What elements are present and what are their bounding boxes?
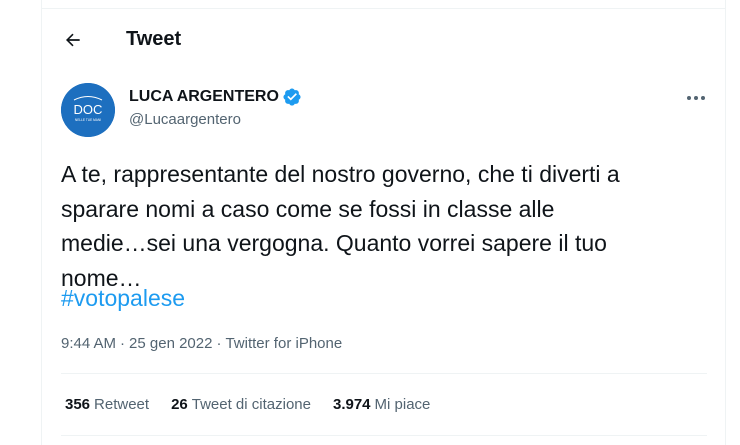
tweet-column: Tweet DOC NELLE TUE MANI LUCA ARGENTERO … [41,0,726,445]
tweet-metadata: 9:44 AM · 25 gen 2022 · Twitter for iPho… [61,335,342,352]
tweet-time[interactable]: 9:44 AM [61,335,116,352]
verified-badge-icon [283,88,301,106]
likes-count: 3.974 [332,396,371,413]
more-options-button[interactable] [682,86,710,110]
author-name-text: LUCA ARGENTERO [129,88,279,105]
page-title: Tweet [126,28,182,50]
retweets-stat[interactable]: 356 Retweet [65,396,149,413]
quotes-count: 26 [171,396,188,413]
retweets-count: 356 [65,396,91,413]
tweet-date[interactable]: 25 gen 2022 [129,335,212,352]
avatar-text: DOC [74,102,103,117]
quotes-label: Tweet di citazione [191,396,311,413]
likes-stat[interactable]: 3.974 Mi piace [333,396,430,413]
quotes-stat[interactable]: 26 Tweet di citazione [171,396,311,413]
tweet-stats: 356 Retweet 26 Tweet di citazione 3.974 … [65,396,430,413]
meta-separator: · [216,335,222,352]
tweet-source[interactable]: Twitter for iPhone [225,335,342,352]
tweet-text: A te, rappresentante del nostro governo,… [61,161,620,291]
likes-label: Mi piace [374,396,431,413]
divider [61,373,707,374]
header: Tweet [42,9,725,67]
author-name[interactable]: LUCA ARGENTERO [129,87,302,107]
avatar-logo-image: DOC NELLE TUE MANI [61,83,115,137]
arrow-left-icon [66,33,80,47]
meta-separator: · [120,335,126,352]
more-horizontal-icon [687,96,705,100]
retweets-label: Retweet [94,396,150,413]
avatar-subtext: NELLE TUE MANI [75,118,101,122]
divider [61,435,707,436]
avatar[interactable]: DOC NELLE TUE MANI [61,83,115,137]
author-handle[interactable]: @Lucaargentero [129,111,241,128]
hashtag-link[interactable]: #votopalese [61,285,185,312]
back-button[interactable] [56,23,90,57]
